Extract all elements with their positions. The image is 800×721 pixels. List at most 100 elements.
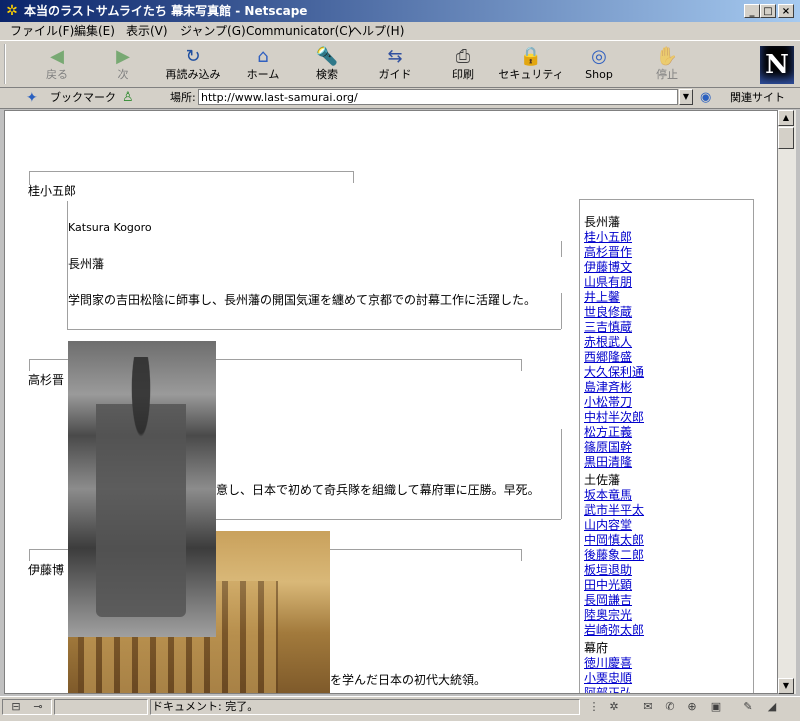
sidebar-link[interactable]: 板垣退助 xyxy=(584,563,632,578)
sidebar-link[interactable]: 島津斉彬 xyxy=(584,380,632,395)
menu-communicator[interactable]: Communicator(C) xyxy=(246,24,352,38)
composer-icon[interactable]: ⊕ xyxy=(684,700,700,714)
sidebar-link[interactable]: 井上馨 xyxy=(584,290,620,305)
toolbar-button-label: 停止 xyxy=(656,68,678,81)
sidebar-link[interactable]: 田中光顕 xyxy=(584,578,632,593)
sidebar-link[interactable]: 中岡慎太郎 xyxy=(584,533,644,548)
toolbar-button-reload[interactable]: ↻ 再読み込み xyxy=(158,44,228,86)
toolbar-button-guide[interactable]: ⇆ ガイド xyxy=(360,44,430,86)
sidebar-link[interactable]: 桂小五郎 xyxy=(584,230,632,245)
toolbar-button-label: 次 xyxy=(117,68,129,81)
menu-help[interactable]: ヘルプ(H) xyxy=(350,24,404,38)
entry-frame-line xyxy=(561,429,562,519)
photo-figure xyxy=(96,357,186,617)
entry-frame-line xyxy=(561,293,562,329)
security-lock-icon: 🔒 xyxy=(519,46,543,67)
home-icon: ⌂ xyxy=(257,46,269,67)
sidebar-link[interactable]: 小松帯刀 xyxy=(584,395,632,410)
sidebar-link[interactable]: 伊藤博文 xyxy=(584,260,632,275)
sidebar-link[interactable]: 大久保利通 xyxy=(584,365,644,380)
minimize-button[interactable]: _ xyxy=(744,4,760,18)
netscape-logo[interactable]: N xyxy=(760,46,794,84)
edit-icon[interactable]: ✎ xyxy=(740,700,756,714)
toolbar-button-shop-bag[interactable]: ◎ Shop xyxy=(564,44,634,86)
sidebar-link[interactable]: 高杉晋作 xyxy=(584,245,632,260)
bookmark-icon[interactable]: ✦ xyxy=(26,90,46,106)
scroll-down-button[interactable]: ▼ xyxy=(778,678,794,694)
sidebar-frame-line xyxy=(579,199,580,693)
toolbar-button-label: 再読み込み xyxy=(165,68,221,81)
toolbar-button-back-arrow[interactable]: ◀ 戻る xyxy=(22,44,92,86)
scroll-up-button[interactable]: ▲ xyxy=(778,110,794,126)
forward-arrow-icon: ▶ xyxy=(116,46,130,67)
sidebar-link[interactable]: 赤根武人 xyxy=(584,335,632,350)
toolbar-button-home[interactable]: ⌂ ホーム xyxy=(228,44,298,86)
sidebar-link[interactable]: 三吉慎蔵 xyxy=(584,320,632,335)
discussion-icon[interactable]: ✆ xyxy=(662,700,678,714)
scrollbar-thumb[interactable] xyxy=(778,127,794,149)
sidebar-link[interactable]: 坂本竜馬 xyxy=(584,488,632,503)
menu-go[interactable]: ジャンプ(G) xyxy=(180,24,246,38)
navigator-icon[interactable]: ✲ xyxy=(606,700,622,714)
entry-frame-line xyxy=(29,549,30,561)
related-sites-icon[interactable]: ◉ xyxy=(700,90,716,106)
related-sites-button[interactable]: 関連サイト xyxy=(730,91,785,105)
guide-icon: ⇆ xyxy=(387,46,403,67)
offline-icon[interactable]: ⋮ xyxy=(586,700,602,714)
sidebar-link[interactable]: 長岡謙吉 xyxy=(584,593,632,608)
sidebar-link[interactable]: 西郷隆盛 xyxy=(584,350,632,365)
sidebar-link[interactable]: 岩崎弥太郎 xyxy=(584,623,644,638)
toolbar-button-print[interactable]: ⎙ 印刷 xyxy=(428,44,498,86)
url-input[interactable] xyxy=(198,89,678,105)
security-icon[interactable]: ⊟ xyxy=(8,700,24,714)
sidebar-link[interactable]: 山内容堂 xyxy=(584,518,632,533)
menu-view[interactable]: 表示(V) xyxy=(126,24,168,38)
sidebar-link[interactable]: 陸奥宗光 xyxy=(584,608,632,623)
sidebar-link[interactable]: 小栗忠順 xyxy=(584,671,632,686)
sidebar-link[interactable]: 阿部正弘 xyxy=(584,686,632,693)
close-button[interactable]: × xyxy=(778,4,794,18)
progress-panel xyxy=(54,699,148,715)
toolbar-grip[interactable] xyxy=(4,44,14,84)
sidebar-link[interactable]: 武市半平太 xyxy=(584,503,644,518)
location-label: 場所: xyxy=(170,91,196,104)
toolbar-button-label: Shop xyxy=(585,68,613,81)
bookmarks-button[interactable]: ブックマーク xyxy=(50,91,116,105)
window-title: 本当のラストサムライたち 幕末写真館 - Netscape xyxy=(24,4,308,18)
toolbar-button-security-lock[interactable]: 🔒 セキュリティ xyxy=(496,44,566,86)
mail-icon[interactable]: ✉ xyxy=(640,700,656,714)
menu-file[interactable]: ファイル(F) xyxy=(10,24,74,38)
resize-grip-icon[interactable]: ◢ xyxy=(764,700,780,714)
toolbar-button-forward-arrow[interactable]: ▶ 次 xyxy=(88,44,158,86)
sidebar-link[interactable]: 徳川慶喜 xyxy=(584,656,632,671)
toolbar-button-label: ガイド xyxy=(378,68,412,81)
sidebar-link[interactable]: 松方正義 xyxy=(584,425,632,440)
entry-name-katsura: 桂小五郎 xyxy=(28,184,77,198)
toolbar-button-stop[interactable]: ✋ 停止 xyxy=(632,44,702,86)
url-dropdown-button[interactable]: ▼ xyxy=(679,89,693,105)
sidebar-link[interactable]: 篠原国幹 xyxy=(584,440,632,455)
back-arrow-icon: ◀ xyxy=(50,46,64,67)
entry-romaji: Katsura Kogoro xyxy=(68,221,152,234)
entry-clan: 長州藩 xyxy=(68,257,105,271)
sidebar-link[interactable]: 山県有朋 xyxy=(584,275,632,290)
entry-frame-line xyxy=(521,549,522,561)
entry-description: を学んだ日本の初代大統領。 xyxy=(330,673,487,687)
maximize-button[interactable]: □ xyxy=(760,4,776,18)
stop-icon: ✋ xyxy=(655,46,679,67)
sidebar-link[interactable]: 中村半次郎 xyxy=(584,410,644,425)
address-book-icon[interactable]: ▣ xyxy=(708,700,724,714)
sidebar-group-heading: 幕府 xyxy=(584,641,609,655)
menu-edit[interactable]: 編集(E) xyxy=(74,24,115,38)
sidebar-link[interactable]: 後藤象二郎 xyxy=(584,548,644,563)
toolbar-button-label: 印刷 xyxy=(452,68,474,81)
entry-frame-line xyxy=(29,171,353,172)
entry-name-takasugi: 高杉晋 xyxy=(28,373,65,387)
sidebar-link[interactable]: 黒田清隆 xyxy=(584,455,632,470)
toolbar-button-label: 戻る xyxy=(46,68,68,81)
sidebar-link[interactable]: 世良修蔵 xyxy=(584,305,632,320)
vertical-scrollbar[interactable] xyxy=(778,110,796,694)
toolbar-button-search[interactable]: 🔦 検索 xyxy=(292,44,362,86)
toolbar-button-label: セキュリティ xyxy=(498,68,564,81)
page-proxy-icon[interactable]: ♙ xyxy=(122,90,138,106)
